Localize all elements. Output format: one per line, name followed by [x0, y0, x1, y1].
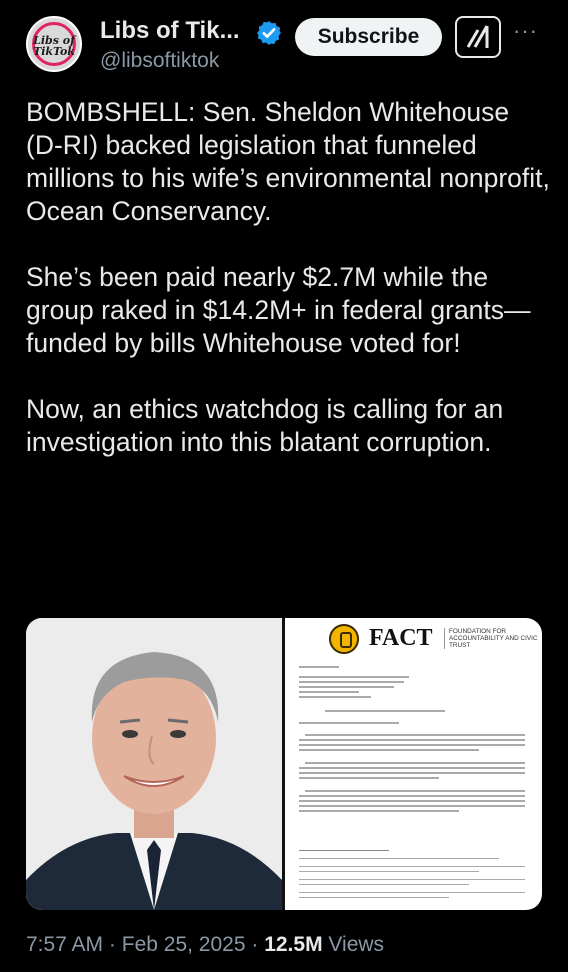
tweet-text: BOMBSHELL: Sen. Sheldon Whitehouse (D-RI…: [26, 96, 551, 459]
document-footnote-line: [299, 879, 525, 880]
display-name[interactable]: Libs of Tik...: [100, 17, 240, 45]
subscribe-button[interactable]: Subscribe: [295, 18, 442, 56]
fact-seal-icon: [329, 624, 359, 654]
document-footnote-line: [299, 858, 499, 859]
document-footnote-line: [299, 897, 449, 898]
document-logo-subtitle: FOUNDATION FOR ACCOUNTABILITY AND CIVIC …: [444, 628, 539, 649]
document-text-line: [299, 795, 525, 797]
views-count: 12.5M: [264, 933, 323, 956]
document-footnote-line: [299, 866, 525, 867]
document-text-line: [299, 744, 525, 746]
document-text-line: [299, 696, 371, 698]
tweet-paragraph: She’s been paid nearly $2.7M while the g…: [26, 262, 531, 358]
document-text-line: [299, 810, 459, 812]
document-divider: [299, 850, 389, 851]
document-text-line: [299, 666, 339, 668]
avatar[interactable]: Libs of TikTok: [26, 16, 82, 72]
more-options-icon[interactable]: ···: [513, 18, 538, 44]
document-text-line: [299, 686, 394, 688]
document-text-line: [299, 739, 525, 741]
document-text-line: [299, 805, 525, 807]
handle[interactable]: @libsoftiktok: [100, 49, 219, 73]
tweet-meta: 7:57 AM · Feb 25, 2025 · 12.5M Views: [26, 933, 384, 957]
document-text-line: [299, 691, 359, 693]
grok-icon[interactable]: [455, 16, 501, 58]
document-text-line: [299, 772, 525, 774]
document-text-line: [305, 762, 525, 764]
document-text-line: [305, 734, 525, 736]
avatar-logo-text: Libs of TikTok: [33, 34, 75, 58]
tweet-time[interactable]: 7:57 AM: [26, 933, 103, 956]
meta-separator: ·: [108, 933, 116, 956]
document-text-line: [299, 767, 525, 769]
portrait-photo[interactable]: [26, 618, 282, 910]
document-text-line: [299, 676, 409, 678]
document-text-line: [299, 722, 399, 724]
tweet-header: Libs of TikTok Libs of Tik... @libsoftik…: [0, 0, 568, 90]
verified-badge-icon[interactable]: [256, 20, 282, 46]
views-label: Views: [328, 933, 385, 956]
document-text-line: [305, 790, 525, 792]
grok-glyph-icon: [466, 25, 489, 48]
document-text-line: [299, 800, 525, 802]
document-image[interactable]: FACT FOUNDATION FOR ACCOUNTABILITY AND C…: [285, 618, 542, 910]
meta-separator: ·: [251, 933, 259, 956]
document-footnote-line: [299, 884, 469, 885]
tweet-date[interactable]: Feb 25, 2025: [122, 933, 246, 956]
document-footnote-line: [299, 871, 479, 872]
document-footnote-line: [299, 892, 525, 893]
tweet-paragraph: BOMBSHELL: Sen. Sheldon Whitehouse (D-RI…: [26, 97, 550, 226]
tweet-paragraph: Now, an ethics watchdog is calling for a…: [26, 394, 504, 457]
document-text-line: [299, 777, 439, 779]
media-grid: FACT FOUNDATION FOR ACCOUNTABILITY AND C…: [26, 618, 542, 910]
document-logo-word: FACT: [369, 625, 433, 651]
document-text-line: [299, 749, 479, 751]
document-text-line: [299, 681, 404, 683]
portrait-illustration: [26, 618, 282, 910]
document-text-line: [325, 710, 445, 712]
